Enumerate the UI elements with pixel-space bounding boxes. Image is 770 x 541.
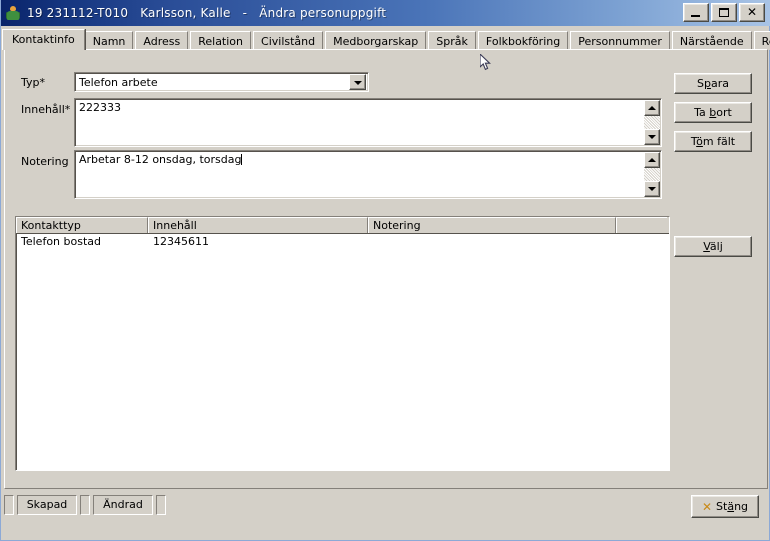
tab-personnummer[interactable]: Personnummer xyxy=(570,31,670,50)
minimize-icon xyxy=(691,15,700,17)
cell-kontakttyp: Telefon bostad xyxy=(21,235,101,248)
application-window: 19 231112-T010 Karlsson, Kalle - Ändra p… xyxy=(0,0,770,541)
column-header-kontakttyp[interactable]: Kontakttyp xyxy=(16,217,148,233)
ta-bort-button[interactable]: Ta bort xyxy=(674,102,752,123)
person-icon xyxy=(5,5,21,21)
scroll-down-icon[interactable] xyxy=(644,181,660,197)
typ-value: Telefon arbete xyxy=(79,75,158,89)
stang-button[interactable]: ✕ Stäng xyxy=(691,495,759,518)
status-bar: Skapad Ändrad xyxy=(4,494,768,516)
table-header-row: Kontakttyp Innehåll Notering xyxy=(16,217,669,234)
tab-folkbokforing[interactable]: Folkbokföring xyxy=(477,31,569,50)
notering-value: Arbetar 8-12 onsdag, torsdag xyxy=(79,153,242,166)
tab-narstaende[interactable]: Närstående xyxy=(671,31,752,50)
status-panel-spacer-right xyxy=(156,495,166,515)
notering-textarea[interactable]: Arbetar 8-12 onsdag, torsdag xyxy=(74,150,662,199)
typ-label: Typ* xyxy=(21,76,45,89)
column-header-extra[interactable] xyxy=(616,217,667,233)
close-icon: ✕ xyxy=(746,5,758,19)
minimize-button[interactable] xyxy=(683,3,709,22)
status-panel-andrad: Ändrad xyxy=(93,495,153,515)
tab-kontaktinfo[interactable]: Kontaktinfo xyxy=(2,29,85,50)
kontakt-table[interactable]: Kontakttyp Innehåll Notering Telefon bos… xyxy=(15,216,670,471)
title-bar[interactable]: 19 231112-T010 Karlsson, Kalle - Ändra p… xyxy=(1,0,770,26)
tom-falt-button[interactable]: Töm fält xyxy=(674,131,752,152)
text-caret xyxy=(241,154,243,165)
innehall-label: Innehåll* xyxy=(21,103,71,116)
innehall-value: 222333 xyxy=(79,101,121,114)
innehall-scrollbar[interactable] xyxy=(644,100,660,145)
window-controls: ✕ xyxy=(683,3,765,22)
innehall-textarea[interactable]: 222333 xyxy=(74,98,662,147)
column-header-innehall[interactable]: Innehåll xyxy=(148,217,368,233)
chevron-down-icon[interactable] xyxy=(349,74,366,90)
scroll-up-icon[interactable] xyxy=(644,100,660,116)
cell-extra xyxy=(616,234,667,249)
tom-falt-button-label: Töm fält xyxy=(690,135,736,148)
scroll-up-icon[interactable] xyxy=(644,152,660,168)
close-button[interactable]: ✕ xyxy=(739,3,765,22)
tab-medborgarskap[interactable]: Medborgarskap xyxy=(325,31,427,50)
maximize-button[interactable] xyxy=(711,3,737,22)
table-row[interactable]: Telefon bostad 12345611 xyxy=(16,234,669,249)
column-header-notering[interactable]: Notering xyxy=(368,217,616,233)
valj-button[interactable]: Välj xyxy=(674,236,752,257)
cell-innehall: 12345611 xyxy=(153,235,209,248)
tab-relation[interactable]: Relation xyxy=(190,31,252,50)
notering-value-wrap: Arbetar 8-12 onsdag, torsdag xyxy=(75,151,644,198)
notering-scrollbar[interactable] xyxy=(644,152,660,197)
tab-civilstand[interactable]: Civilstånd xyxy=(253,31,324,50)
window-title: 19 231112-T010 Karlsson, Kalle - Ändra p… xyxy=(27,6,387,20)
maximize-icon xyxy=(719,8,729,17)
tab-referensperson[interactable]: Referensperson xyxy=(753,31,770,50)
close-x-icon: ✕ xyxy=(701,499,713,514)
cell-notering xyxy=(368,234,616,249)
tab-namn[interactable]: Namn xyxy=(84,31,134,50)
typ-combobox[interactable]: Telefon arbete xyxy=(74,72,369,92)
status-panel-skapad: Skapad xyxy=(17,495,77,515)
tab-strip: Kontaktinfo Namn Adress Relation Civilst… xyxy=(2,29,770,50)
status-panel-spacer-mid xyxy=(80,495,90,515)
valj-button-label: Välj xyxy=(703,240,723,253)
stang-button-label: Stäng xyxy=(716,500,749,513)
tab-adress[interactable]: Adress xyxy=(135,31,189,50)
scroll-down-icon[interactable] xyxy=(644,129,660,145)
status-panel-spacer-left xyxy=(4,495,14,515)
tab-sprak[interactable]: Språk xyxy=(428,31,476,50)
spara-button[interactable]: Spara xyxy=(674,73,752,94)
ta-bort-button-label: Ta bort xyxy=(694,106,732,119)
notering-label: Notering xyxy=(21,155,69,168)
spara-button-label: Spara xyxy=(697,77,729,90)
tab-page-kontaktinfo: Typ* Telefon arbete Innehåll* 222333 Not… xyxy=(4,49,768,489)
